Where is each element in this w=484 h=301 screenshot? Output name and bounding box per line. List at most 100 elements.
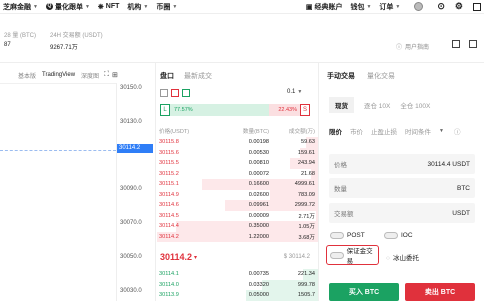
mode-isolated[interactable]: 逐仓 10X xyxy=(364,100,390,110)
ask-row[interactable]: 30115.1 0.16600 4999.61 xyxy=(157,179,319,190)
price-chart[interactable] xyxy=(0,83,116,301)
chevron-down-icon: ▼ xyxy=(366,3,372,10)
order-price: 30114.5 xyxy=(159,212,179,219)
post-toggle[interactable]: POST xyxy=(330,232,365,239)
margin-trade-toggle[interactable]: 保证金交易 xyxy=(326,245,379,265)
calculator-icon[interactable] xyxy=(452,40,460,48)
layout-button[interactable] xyxy=(473,2,481,11)
ask-row[interactable]: 30115.8 0.00198 59.63 xyxy=(157,137,319,148)
nav-item-orders[interactable]: 订单 ▼ xyxy=(379,2,400,12)
ask-row[interactable]: 30114.5 0.00009 2.71万 xyxy=(157,210,319,221)
tab-orderbook[interactable]: 盘口 xyxy=(160,71,174,81)
download-button[interactable]: ⊙ xyxy=(437,1,445,12)
mode-cross[interactable]: 全仓 100X xyxy=(400,100,430,110)
grid-icon[interactable]: ⊞ xyxy=(112,71,118,79)
ask-row[interactable]: 30115.5 0.00810 243.94 xyxy=(157,158,319,169)
short-pct: 22.43% xyxy=(269,104,300,116)
divider xyxy=(0,62,484,63)
guide-label: 用户指南 xyxy=(405,45,430,51)
tab-tradingview[interactable]: TradingView xyxy=(42,72,75,78)
order-amount: 0.00810 xyxy=(248,160,269,167)
chevron-down-icon: ▼ xyxy=(33,3,38,10)
price-axis: 30150.0 30130.0 30114.2 30090.0 30070.0 … xyxy=(116,83,154,301)
account-icon: ▣ xyxy=(305,3,313,11)
nav-item-finance[interactable]: 芝麻金融 ▼ xyxy=(3,2,38,12)
user-guide-link[interactable]: ⓘ 用户指南 xyxy=(396,42,429,51)
amount-field[interactable]: 交易额 USDT xyxy=(329,203,475,223)
ask-row[interactable]: 30114.9 0.02600 783.09 xyxy=(157,189,319,200)
ask-row[interactable]: 30115.2 0.00072 21.68 xyxy=(157,168,319,179)
tab-quant-trade[interactable]: 量化交易 xyxy=(367,71,395,81)
settings-button[interactable]: ⚙ xyxy=(455,1,463,12)
buy-button[interactable]: 买入 BTC xyxy=(329,283,399,301)
order-total: 159.61 xyxy=(297,149,315,156)
tab-depth[interactable]: 深度图 xyxy=(81,71,99,80)
nav-label: 量化跟单 xyxy=(54,3,83,11)
ioc-toggle[interactable]: IOC xyxy=(384,232,413,239)
layout-icon xyxy=(473,2,481,11)
view-asks-icon[interactable] xyxy=(171,89,179,97)
ask-row[interactable]: 30114.4 0.35000 1.05万 xyxy=(157,221,319,232)
price-value: 30114.4 USDT xyxy=(427,160,470,168)
price-tick: 30030.0 xyxy=(120,288,142,294)
order-type-market[interactable]: 市价 xyxy=(350,126,363,136)
order-total: 2999.72 xyxy=(294,202,315,209)
tab-basic[interactable]: 基本版 xyxy=(18,71,36,80)
chevron-down-icon: ▼ xyxy=(395,3,401,10)
expand-icon[interactable]: ⛶ xyxy=(104,71,109,79)
nav-item-nft[interactable]: ❋ NFT xyxy=(98,3,119,11)
order-total: 3.68万 xyxy=(298,234,315,241)
order-price: 30114.0 xyxy=(159,281,179,288)
price-field[interactable]: 价格 30114.4 USDT xyxy=(329,154,475,174)
nav-item-institution[interactable]: 机构 ▼ xyxy=(127,2,148,12)
quantity-field[interactable]: 数量 BTC xyxy=(329,178,475,198)
amount-label: 交易额 xyxy=(334,211,354,218)
view-both-icon[interactable] xyxy=(160,89,168,97)
tab-manual-trade[interactable]: 手动交易 xyxy=(327,71,355,81)
order-type-tabs: 限价 市价 止盈止损 时间条件 ▼ ⓘ xyxy=(329,126,460,136)
price-line xyxy=(0,150,116,151)
view-bids-icon[interactable] xyxy=(182,89,190,97)
settings-panel-icon[interactable] xyxy=(469,40,477,48)
nav-item-quant[interactable]: Q 量化跟单 ▼ xyxy=(45,2,90,12)
mode-spot[interactable]: 现货 xyxy=(329,97,354,113)
bid-row[interactable]: 30113.9 0.05000 1505.7 xyxy=(157,290,319,301)
order-type-time[interactable]: 时间条件 xyxy=(405,126,431,136)
chevron-down-icon: ▼ xyxy=(84,3,90,10)
order-total: 59.63 xyxy=(301,139,315,146)
chevron-down-icon: ▼ xyxy=(172,3,178,10)
iceberg-label: 冰山委托 xyxy=(392,255,419,262)
nav-item-coin[interactable]: 币圈 ▼ xyxy=(156,2,177,12)
order-price: 30115.5 xyxy=(159,160,179,167)
order-total: 2.71万 xyxy=(298,213,315,220)
nav-item-classic-account[interactable]: ▣ 经典账户 xyxy=(306,2,343,12)
last-price: 30114.2 xyxy=(160,252,193,262)
order-price: 30114.6 xyxy=(159,202,179,209)
divider xyxy=(318,62,319,301)
nav-label: NFT xyxy=(105,3,120,10)
ask-row[interactable]: 30114.2 1.22000 3.68万 xyxy=(157,231,319,242)
nav-item-wallet[interactable]: 钱包 ▼ xyxy=(350,2,371,12)
arrow-down-icon: ▾ xyxy=(194,254,198,261)
ask-row[interactable]: 30114.6 0.09961 2999.72 xyxy=(157,200,319,211)
avatar[interactable] xyxy=(414,2,424,11)
current-price-marker: 30114.2 xyxy=(117,144,153,153)
bid-row[interactable]: 30114.0 0.03320 999.78 xyxy=(157,279,319,290)
margin-label: 保证金交易 xyxy=(346,248,373,265)
col-amount: 数量(BTC) xyxy=(242,129,269,135)
bid-row[interactable]: 30114.1 0.00735 221.34 xyxy=(157,269,319,280)
price-label: 价格 xyxy=(334,162,347,169)
ask-row[interactable]: 30115.6 0.00530 159.61 xyxy=(157,147,319,158)
precision-select[interactable]: 0.1 ▼ xyxy=(287,89,302,95)
order-type-tpsl[interactable]: 止盈止损 xyxy=(371,126,397,136)
order-type-limit[interactable]: 限价 xyxy=(329,126,342,136)
quant-icon: Q xyxy=(45,3,53,10)
sell-button[interactable]: 卖出 BTC xyxy=(405,283,475,301)
question-icon: ⓘ xyxy=(396,45,403,51)
orderbook-view-toggle xyxy=(160,89,190,97)
nav-label: 订单 xyxy=(379,3,394,11)
tab-recent-trades[interactable]: 最新成交 xyxy=(184,71,212,81)
precision-value: 0.1 xyxy=(287,89,296,95)
iceberg-order-toggle[interactable]: ○ 冰山委托 xyxy=(386,252,419,262)
price-tick: 30150.0 xyxy=(120,85,142,91)
